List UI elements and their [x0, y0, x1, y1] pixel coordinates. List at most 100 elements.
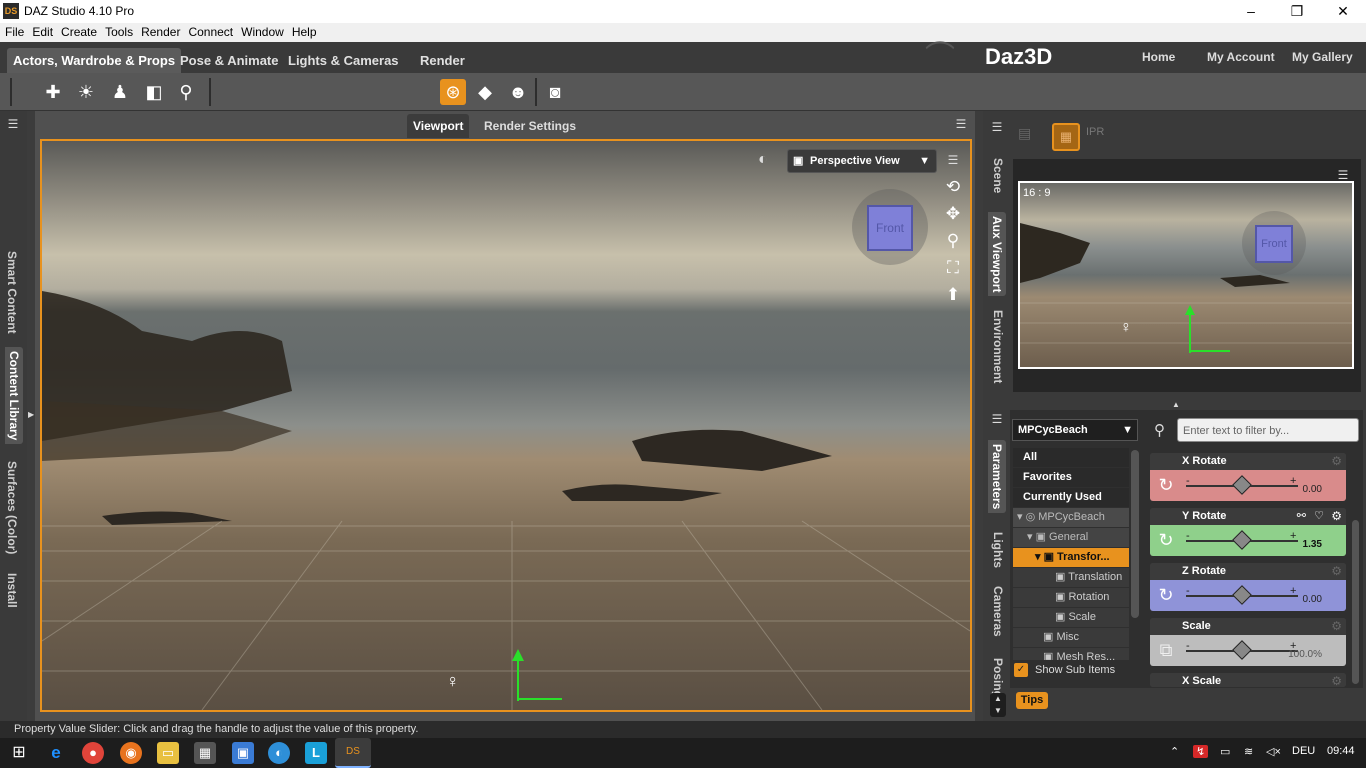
draw-style-icon[interactable]: ◐	[758, 151, 768, 169]
param-value[interactable]: 0.00	[1303, 594, 1322, 605]
close-button[interactable]: ✕	[1320, 0, 1366, 23]
pan-icon[interactable]: ✥	[942, 203, 964, 225]
category-currently-used[interactable]: Currently Used	[1013, 488, 1129, 507]
show-sub-items-checkbox[interactable]: ✓	[1014, 663, 1028, 677]
gear-icon[interactable]: ⚙	[1331, 619, 1342, 633]
tab-install[interactable]: Install	[5, 573, 19, 608]
home-link[interactable]: Home	[1142, 50, 1175, 64]
link-icon[interactable]: ⚯	[1297, 509, 1306, 522]
tab-render-settings[interactable]: Render Settings	[478, 114, 582, 138]
edge-browser-icon[interactable]: e	[45, 742, 67, 764]
param-value[interactable]: 1.35	[1303, 539, 1322, 550]
tab-lights-cameras[interactable]: Lights & Cameras	[282, 48, 405, 73]
windows-start-icon[interactable]: ⊞	[8, 742, 30, 764]
tree-scrollbar[interactable]	[1131, 450, 1139, 618]
menu-edit[interactable]: Edit	[32, 23, 53, 42]
view-cube[interactable]: Front	[852, 189, 928, 265]
aux-ipr-toggle-icon[interactable]: ▦	[1052, 123, 1080, 151]
tab-parameters[interactable]: Parameters	[988, 440, 1006, 514]
tab-render[interactable]: Render	[414, 48, 471, 73]
tree-node-general[interactable]: ▾ ▣ General	[1013, 528, 1129, 547]
favorite-heart-icon[interactable]: ♡	[1314, 509, 1324, 522]
category-favorites[interactable]: Favorites	[1013, 468, 1129, 487]
3d-viewport[interactable]: ♀ ◐ ▣ Perspective View ▼ ☰ Front ⟲ ✥ ⚲ ⛶…	[40, 139, 972, 712]
minimize-button[interactable]: –	[1228, 0, 1274, 23]
tree-node-transforms[interactable]: ▾ ▣ Transfor...	[1013, 548, 1129, 567]
tab-posing[interactable]: Posing	[991, 658, 1005, 698]
tab-viewport[interactable]: Viewport	[407, 114, 470, 138]
aux-options-icon[interactable]: ☰	[1334, 168, 1352, 182]
wifi-icon[interactable]: ≋	[1244, 745, 1253, 758]
figure-setup-icon[interactable]: ⚲	[173, 79, 199, 105]
param-value[interactable]: 100.0%	[1288, 649, 1322, 660]
panel-menu-icon[interactable]: ☰	[4, 117, 22, 131]
y-rotate-slider[interactable]: Y Rotate ↻ - + 1.35 ⚯ ♡ ⚙	[1150, 508, 1346, 556]
file-explorer-icon[interactable]: ▭	[157, 742, 179, 764]
tips-button[interactable]: Tips	[1016, 692, 1048, 709]
remote-desktop-icon[interactable]: ▣	[232, 742, 254, 764]
node-selection-icon[interactable]: ☻	[505, 79, 531, 105]
category-all[interactable]: All	[1013, 448, 1129, 467]
gear-icon[interactable]: ⚙	[1331, 564, 1342, 578]
increment-button[interactable]: +	[1290, 585, 1296, 597]
gear-icon[interactable]: ⚙	[1331, 454, 1342, 468]
my-account-link[interactable]: My Account	[1207, 50, 1275, 64]
render-camera-icon[interactable]: ◙	[542, 79, 568, 105]
tree-node-root[interactable]: ▾ ◎ MPCycBeach	[1013, 508, 1129, 527]
frame-icon[interactable]: ⛶	[942, 257, 964, 279]
network-icon[interactable]: ▭	[1220, 745, 1230, 758]
tab-smart-content[interactable]: Smart Content	[5, 251, 19, 334]
aux-view-cube[interactable]: Front	[1242, 211, 1306, 275]
aux-view-cube-front[interactable]: Front	[1255, 225, 1293, 263]
zoom-icon[interactable]: ⚲	[942, 230, 964, 252]
x-scale-slider[interactable]: X Scale ⚙	[1150, 673, 1346, 687]
clock[interactable]: 09:44	[1327, 745, 1355, 757]
tab-scroll-arrows-icon[interactable]: ▲ ▼	[990, 693, 1006, 717]
menu-create[interactable]: Create	[61, 23, 97, 42]
firefox-icon[interactable]: ◉	[120, 742, 142, 764]
add-object-icon[interactable]: ✚	[40, 79, 66, 105]
universal-tool-icon[interactable]: ⊛	[440, 79, 466, 105]
view-select[interactable]: ▣ Perspective View ▼	[787, 149, 937, 173]
gear-icon[interactable]: ⚙	[1331, 509, 1342, 523]
menu-file[interactable]: File	[5, 23, 24, 42]
expand-arrow-icon[interactable]: ▶	[28, 410, 34, 419]
tree-node-scale[interactable]: ▣ Scale	[1013, 608, 1129, 627]
surface-selection-icon[interactable]: ◆	[472, 79, 498, 105]
calculator-icon[interactable]: ▦	[194, 742, 216, 764]
chrome-icon[interactable]: ●	[82, 742, 104, 764]
aux-render-icon[interactable]: ▤	[1018, 125, 1031, 142]
app-icon-globe[interactable]: ◐	[268, 742, 290, 764]
menu-help[interactable]: Help	[292, 23, 317, 42]
params-scrollbar[interactable]	[1352, 520, 1359, 684]
orbit-icon[interactable]: ⟲	[942, 176, 964, 198]
gear-icon[interactable]: ⚙	[1331, 674, 1342, 687]
aux-panel-menu-icon[interactable]: ☰	[988, 120, 1006, 134]
filter-input[interactable]: Enter text to filter by...	[1177, 418, 1359, 442]
node-select[interactable]: MPCycBeach ▼	[1012, 419, 1138, 441]
z-rotate-slider[interactable]: Z Rotate ↻ - + 0.00 ⚙	[1150, 563, 1346, 611]
tree-node-mesh-resolution[interactable]: ▣ Mesh Res...	[1013, 648, 1129, 660]
tab-pose-animate[interactable]: Pose & Animate	[174, 48, 285, 73]
tab-aux-viewport[interactable]: Aux Viewport	[988, 212, 1006, 297]
daz-studio-taskbar-icon[interactable]: DS	[335, 738, 371, 768]
tab-cameras[interactable]: Cameras	[991, 586, 1005, 637]
language-indicator[interactable]: DEU	[1292, 745, 1315, 757]
maximize-button[interactable]: ❐	[1274, 0, 1320, 23]
figure-icon[interactable]: ♀	[1120, 319, 1132, 337]
tray-app-icon[interactable]: ↯	[1193, 745, 1209, 758]
tab-surfaces[interactable]: Surfaces (Color)	[5, 461, 19, 554]
filter-search-icon[interactable]: ⚲	[1154, 421, 1165, 439]
app-icon-l[interactable]: L	[305, 742, 327, 764]
figure-icon[interactable]: ♀	[446, 671, 460, 692]
volume-icon[interactable]: ◁×	[1266, 745, 1281, 758]
tab-actors-wardrobe-props[interactable]: Actors, Wardrobe & Props	[7, 48, 182, 73]
tab-content-library[interactable]: Content Library	[5, 347, 23, 445]
viewport-panel-menu-icon[interactable]: ☰	[952, 117, 970, 131]
param-value[interactable]: 0.00	[1303, 484, 1322, 495]
tree-node-misc[interactable]: ▣ Misc	[1013, 628, 1129, 647]
figures-icon[interactable]: ♟	[107, 79, 133, 105]
params-panel-menu-icon[interactable]: ☰	[988, 412, 1006, 426]
tab-environment[interactable]: Environment	[991, 310, 1005, 383]
collapse-arrow-icon[interactable]: ▲	[1172, 400, 1180, 409]
